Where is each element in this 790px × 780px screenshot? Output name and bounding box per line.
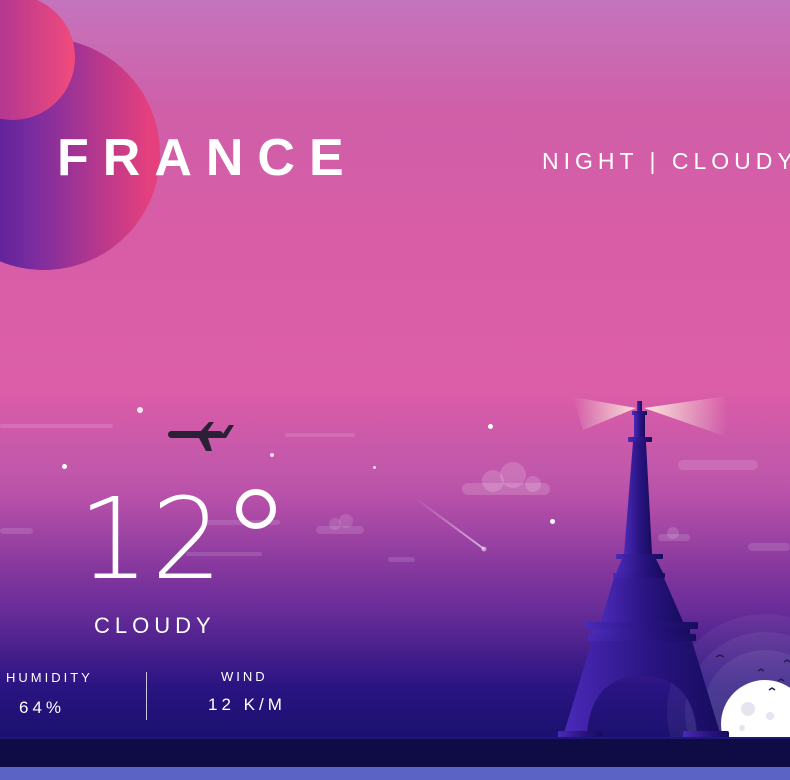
light-beam-left (573, 397, 636, 430)
eiffel-tower (558, 401, 729, 739)
temperature-value: 12 (78, 475, 225, 605)
airplane-icon (168, 422, 234, 451)
cloud (658, 527, 690, 541)
humidity-value: 64% (19, 698, 66, 717)
ground (0, 739, 790, 767)
water (0, 767, 790, 780)
wind-value: 12 K/M (208, 695, 286, 714)
weather-scene: FRANCE NIGHT | CLOUDY 12 CLOUDY HUMIDITY… (0, 0, 790, 780)
wind-label: WIND (221, 669, 268, 684)
stats-divider (146, 672, 147, 720)
cloud (316, 514, 364, 534)
cloud (462, 462, 550, 495)
shooting-star-head (481, 546, 487, 552)
scene-illustration (168, 396, 790, 780)
shooting-star (414, 497, 485, 550)
humidity-label: HUMIDITY (6, 670, 93, 685)
degree-symbol (236, 489, 276, 529)
light-beam-right (644, 396, 727, 437)
weather-description: CLOUDY (94, 613, 216, 638)
